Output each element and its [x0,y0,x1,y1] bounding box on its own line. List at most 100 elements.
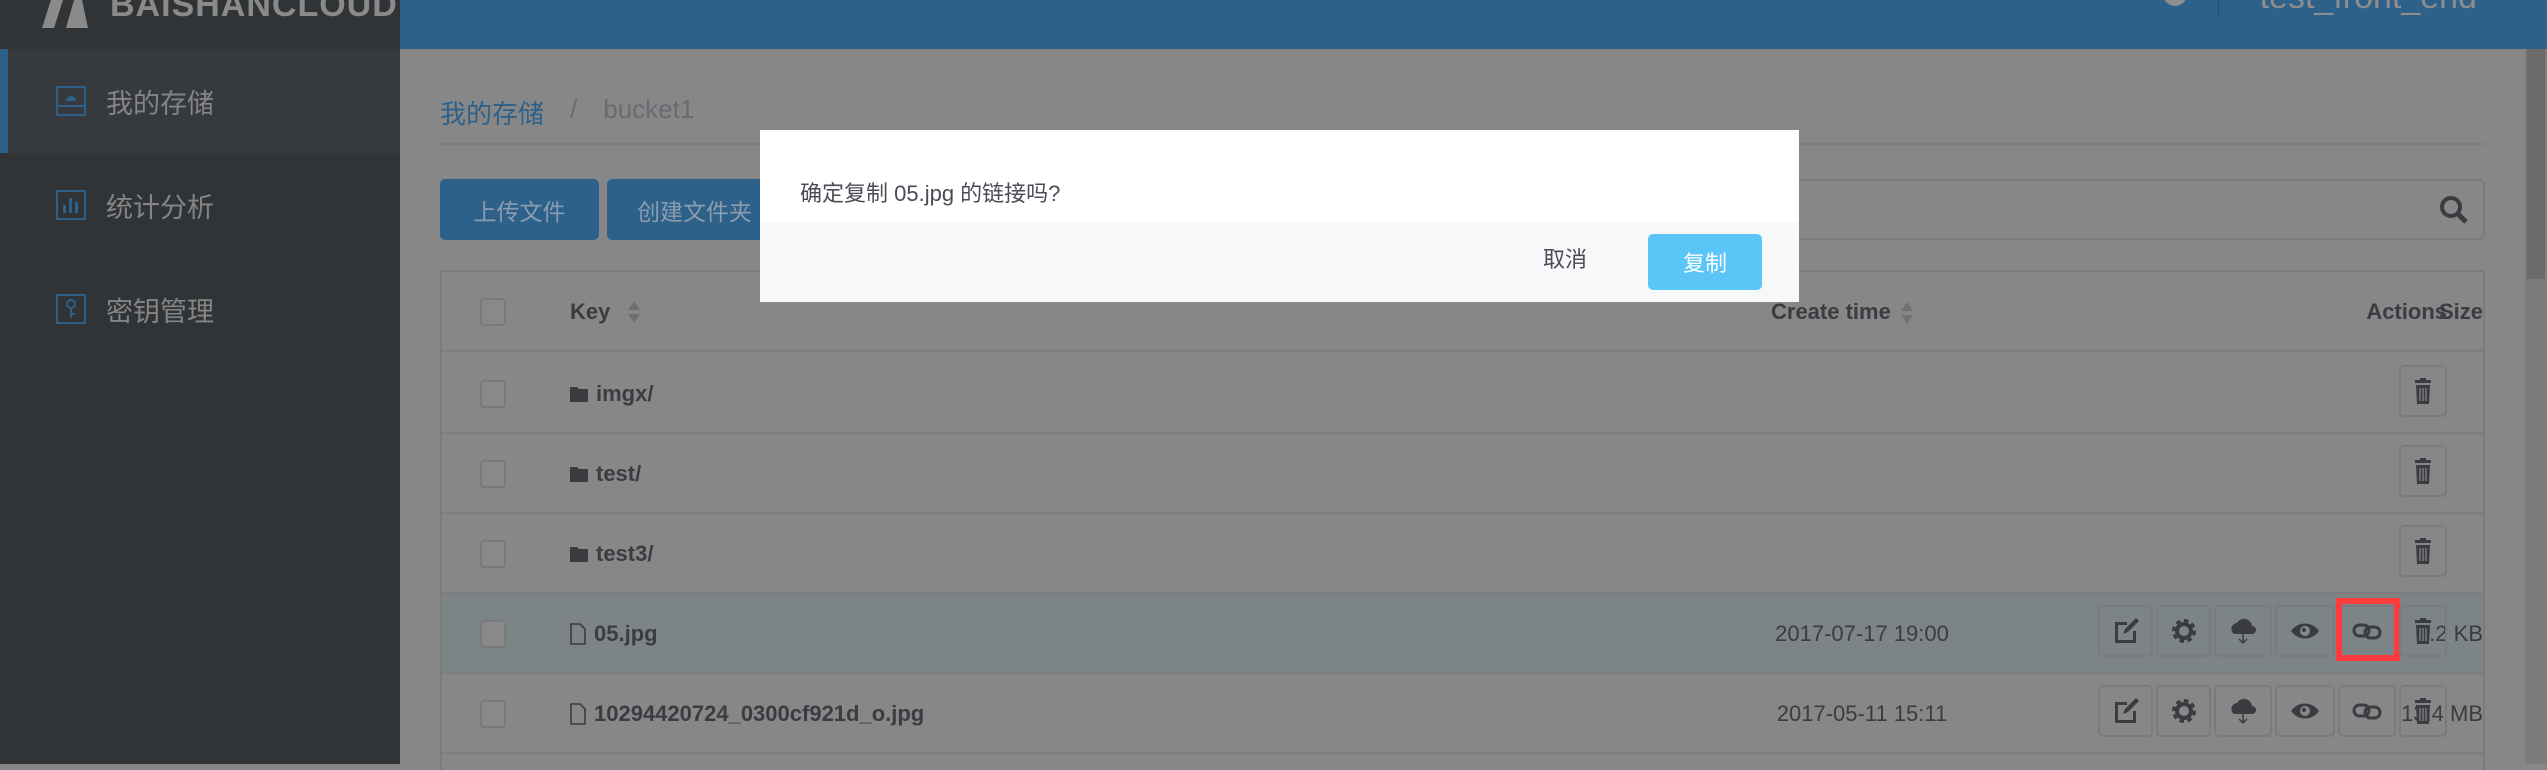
sidebar-item-statistics[interactable]: 统计分析 [0,153,400,257]
header-divider [2218,0,2219,17]
breadcrumb-current: bucket1 [603,94,695,124]
scrollbar-thumb[interactable] [2527,49,2545,279]
folder-icon [570,385,588,403]
column-create-time[interactable]: Create time [1771,299,2071,325]
key-name: 10294420724_0300cf921d_o.jpg [594,701,925,726]
file-table: Key Size Create time Actions imgx/ test/… [440,270,2485,770]
edit-button[interactable] [2098,685,2153,737]
key-name: test/ [596,461,642,486]
row-actions [2399,445,2447,497]
user-avatar[interactable] [2163,0,2187,6]
trash-icon [2408,616,2438,646]
search-input[interactable] [1700,179,2485,240]
row-checkbox[interactable] [480,460,506,488]
trash-button[interactable] [2399,685,2447,737]
eye-icon [2290,696,2320,726]
row-actions [2399,525,2447,577]
row-actions [2098,685,2447,737]
edit-icon [2111,696,2141,726]
table-row[interactable]: 10294420724_0300cf921d_o.jpg 13.4 MB 201… [442,674,2483,754]
row-actions [2098,598,2447,661]
trash-icon [2408,376,2438,406]
sidebar-item-label: 统计分析 [106,192,214,223]
trash-button[interactable] [2399,365,2447,417]
row-checkbox[interactable] [480,540,506,568]
folder-icon [570,465,588,483]
edit-button[interactable] [2098,605,2153,657]
sidebar-item-label: 密钥管理 [106,296,214,327]
storage-icon [56,86,86,116]
row-actions [2399,365,2447,417]
chart-icon [56,190,86,220]
create-time-cell: 2017-07-17 19:00 [1775,621,1949,646]
search-icon[interactable] [2439,195,2469,225]
trash-button[interactable] [2399,605,2447,657]
column-key-label: Key [570,299,611,324]
key-cell[interactable]: test3/ [570,541,653,567]
file-icon [570,703,586,725]
select-all-checkbox[interactable] [480,298,506,326]
file-icon [570,623,586,645]
dialog-message: 确定复制 05.jpg 的链接吗? [800,181,1061,206]
sidebar-item-storage[interactable]: 我的存储 [0,49,400,153]
key-cell[interactable]: test/ [570,461,641,487]
logo[interactable]: BAISHANCLOUD [0,0,400,49]
dialog-footer: 取消 复制 [760,222,1799,302]
key-cell[interactable]: 10294420724_0300cf921d_o.jpg [570,701,924,727]
eye-icon [2290,616,2320,646]
key-cell[interactable]: imgx/ [570,381,653,407]
eye-button[interactable] [2275,685,2335,737]
edit-icon [2111,616,2141,646]
sidebar-item-keys[interactable]: 密钥管理 [0,257,400,361]
link-button[interactable] [2338,685,2396,737]
trash-icon [2408,536,2438,566]
table-row[interactable]: test3/ [442,514,2483,594]
column-actions: Actions [2366,299,2447,324]
cancel-button[interactable]: 取消 [1543,242,1587,274]
download-icon [2228,696,2258,726]
trash-icon [2408,696,2438,726]
table-row[interactable]: test/ [442,434,2483,514]
column-key[interactable]: Key [570,299,641,325]
gear-icon [2169,696,2199,726]
logo-mark-icon [42,0,88,28]
key-cell[interactable]: 05.jpg [570,621,658,647]
eye-button[interactable] [2275,605,2335,657]
sidebar: BAISHANCLOUD 我的存储 统计分析 密钥管理 [0,0,400,764]
key-name: imgx/ [596,381,654,406]
download-button[interactable] [2214,605,2272,657]
trash-button[interactable] [2399,445,2447,497]
trash-button[interactable] [2399,525,2447,577]
logo-text: BAISHANCLOUD [110,0,398,24]
breadcrumb: 我的存储 / bucket1 [440,94,694,131]
folder-icon [570,545,588,563]
sort-icon [628,301,641,323]
copy-confirm-button[interactable]: 复制 [1648,234,1762,290]
username[interactable]: test_front_end [2260,0,2477,17]
link-button[interactable] [2336,598,2400,661]
table-row[interactable]: 05.jpg 9.2 KB 2017-07-17 19:00 [442,594,2483,674]
confirm-copy-link-dialog: 确定复制 05.jpg 的链接吗? 取消 复制 [760,130,1799,302]
breadcrumb-root-link[interactable]: 我的存储 [440,94,544,131]
key-icon [56,294,86,324]
gear-icon [2169,616,2199,646]
row-checkbox[interactable] [480,380,506,408]
create-time-cell: 2017-05-11 15:11 [1776,701,1948,726]
key-name: 05.jpg [594,621,658,646]
gear-button[interactable] [2156,605,2211,657]
gear-button[interactable] [2156,685,2211,737]
row-checkbox[interactable] [480,620,506,648]
column-create-time-label: Create time [1771,299,1891,324]
sidebar-item-label: 我的存储 [106,88,214,119]
link-icon [2352,696,2382,726]
download-button[interactable] [2214,685,2272,737]
download-icon [2228,616,2258,646]
sort-icon [1900,302,1913,325]
trash-icon [2408,456,2438,486]
row-checkbox[interactable] [480,700,506,728]
key-name: test3/ [596,541,654,566]
upload-file-button[interactable]: 上传文件 [440,179,599,240]
table-row[interactable]: imgx/ [442,354,2483,434]
breadcrumb-separator: / [570,94,578,124]
highlight-box [2336,598,2400,661]
